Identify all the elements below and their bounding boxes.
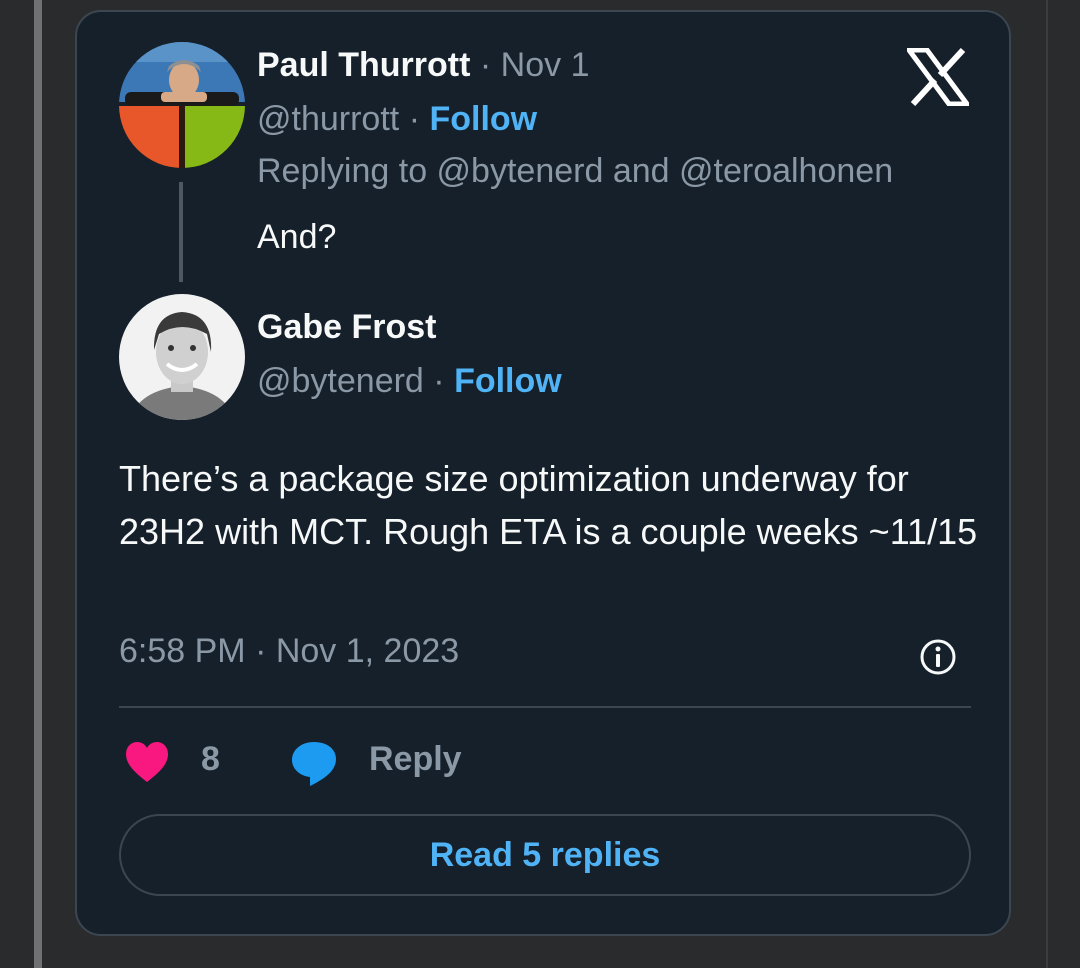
avatar-gabe-frost[interactable] <box>119 294 245 420</box>
main-handle-row: @bytenerd · Follow <box>257 362 562 401</box>
parent-tweet-text: And? <box>257 218 337 256</box>
follow-button-gabe[interactable]: Follow <box>454 362 562 400</box>
page-left-rail <box>34 0 42 968</box>
follow-button-paul[interactable]: Follow <box>429 100 537 138</box>
avatar-paul-thurrott[interactable] <box>119 42 245 168</box>
main-author-handle[interactable]: @bytenerd <box>257 362 424 400</box>
reply-bubble-icon[interactable] <box>289 738 339 788</box>
parent-author-row: Paul Thurrott · Nov 1 <box>257 46 590 85</box>
main-author-name[interactable]: Gabe Frost <box>257 308 436 347</box>
thread-connector-line <box>179 182 183 282</box>
info-icon[interactable] <box>919 638 957 676</box>
separator-dot: · <box>479 46 492 84</box>
separator-dot: · <box>408 100 421 138</box>
parent-handle-row: @thurrott · Follow <box>257 100 537 139</box>
read-replies-label: Read 5 replies <box>429 835 661 874</box>
divider <box>119 706 971 708</box>
separator-dot: · <box>433 362 445 400</box>
read-replies-button[interactable]: Read 5 replies <box>119 814 971 896</box>
x-logo-icon[interactable] <box>907 48 969 106</box>
reply-button[interactable]: Reply <box>369 740 462 779</box>
page-right-rail <box>1046 0 1048 968</box>
like-count[interactable]: 8 <box>201 740 220 779</box>
replying-to-text: Replying to @bytenerd and @teroalhonen <box>257 152 894 190</box>
tweet-embed-card[interactable]: Paul Thurrott · Nov 1 @thurrott · Follow… <box>75 10 1011 936</box>
heart-icon[interactable] <box>124 740 170 784</box>
parent-author-handle[interactable]: @thurrott <box>257 100 399 138</box>
main-tweet-text: There’s a package size optimization unde… <box>119 458 978 552</box>
tweet-timestamp[interactable]: 6:58 PM · Nov 1, 2023 <box>119 632 459 671</box>
parent-author-name[interactable]: Paul Thurrott <box>257 46 470 84</box>
parent-tweet-date[interactable]: Nov 1 <box>501 46 590 84</box>
